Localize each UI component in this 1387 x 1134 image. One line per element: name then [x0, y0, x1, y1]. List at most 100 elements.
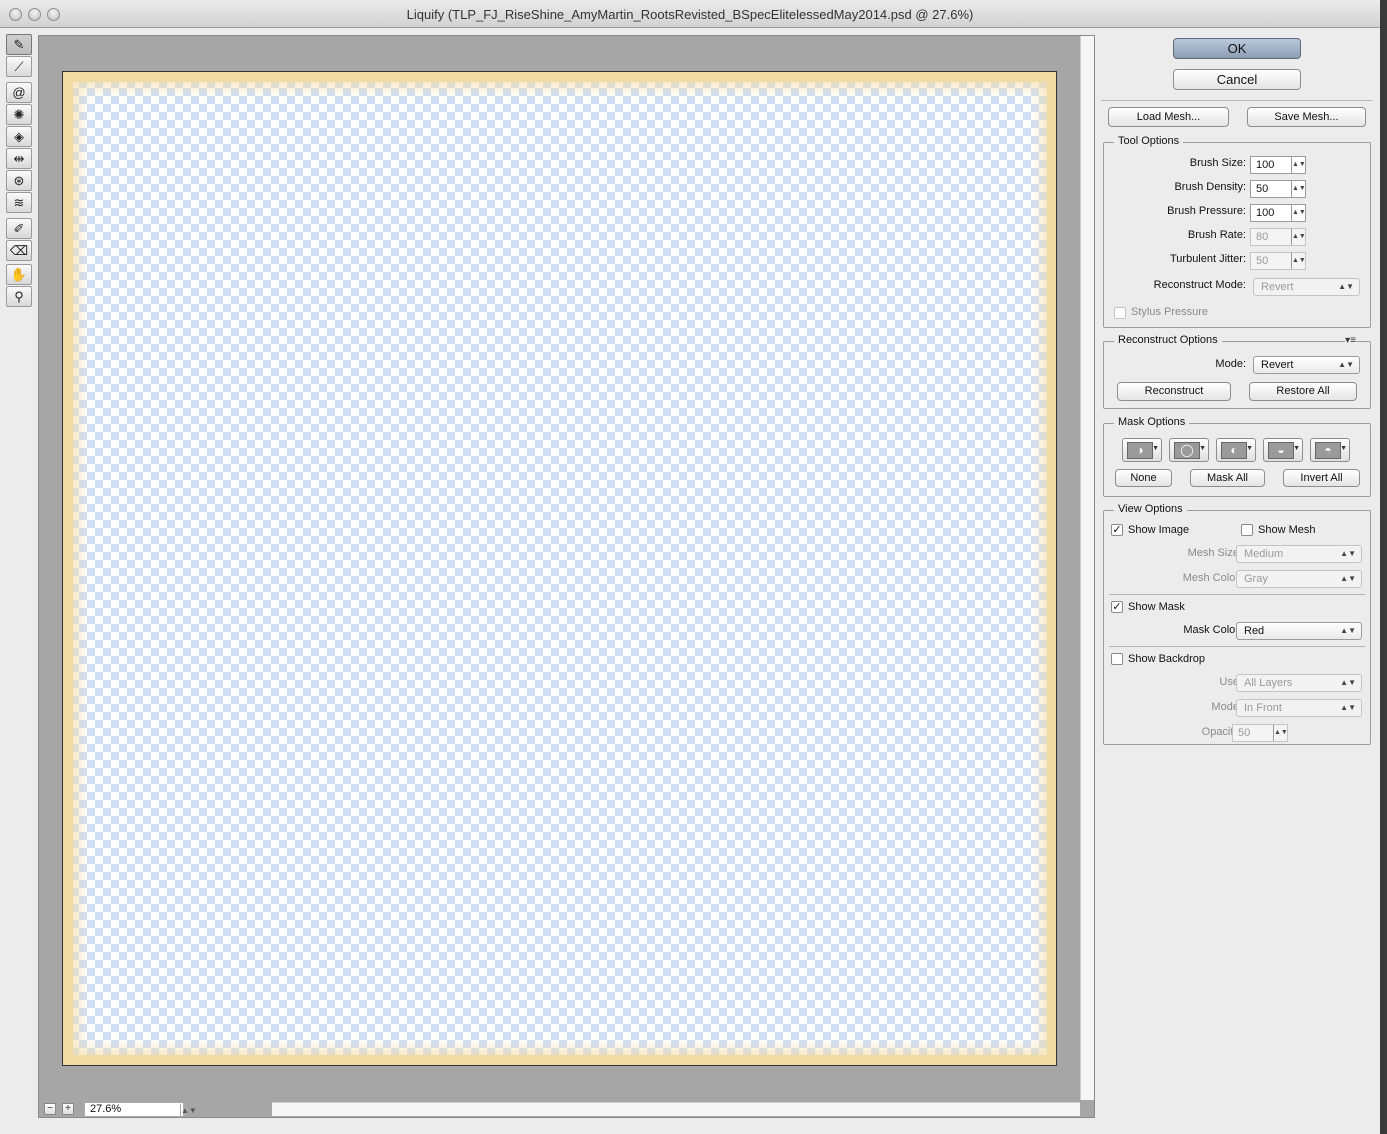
mask-color-value: Red: [1244, 625, 1265, 637]
backdrop-use-select: All Layers ▲▼: [1236, 674, 1362, 692]
zoom-icon: ⚲: [14, 289, 24, 304]
show-backdrop-label: Show Backdrop: [1128, 653, 1206, 665]
backdrop-opacity-value: 50: [1238, 727, 1251, 739]
brush-pressure-label: Brush Pressure:: [1167, 205, 1246, 217]
mask-none-button[interactable]: None: [1115, 469, 1172, 487]
mesh-size-select: Medium ▲▼: [1236, 545, 1362, 563]
brush-rate-label: Brush Rate:: [1187, 229, 1246, 241]
view-options-group: View Options ✓ Show Image Show Mesh Mesh…: [1103, 503, 1371, 745]
show-image-checkbox[interactable]: ✓: [1111, 524, 1123, 536]
tool-options-legend: Tool Options: [1114, 135, 1184, 147]
bloat-tool[interactable]: ◈: [6, 126, 32, 147]
select-arrow-icon: ▲▼: [1340, 678, 1356, 687]
mirror-tool[interactable]: ⊛: [6, 170, 32, 191]
brush-size-value: 100: [1256, 159, 1275, 171]
zoom-level-value: 27.6%: [90, 1103, 122, 1115]
stepper-icon[interactable]: ▲▼: [1291, 157, 1306, 173]
vertical-scrollbar[interactable]: [1080, 36, 1094, 1100]
dropdown-arrow-icon: ▼: [1152, 445, 1159, 452]
stepper-icon: ▲▼: [1273, 725, 1288, 741]
dropdown-arrow-icon: ▼: [1246, 445, 1253, 452]
panel-menu-icon[interactable]: ▾≡: [1345, 335, 1356, 346]
brush-size-field[interactable]: 100 ▲▼: [1250, 156, 1306, 174]
reconstruct-button[interactable]: Reconstruct: [1117, 382, 1231, 401]
horizontal-scrollbar[interactable]: [272, 1102, 1080, 1116]
reconstruct-options-mode-select[interactable]: Revert ▲▼: [1253, 356, 1360, 374]
brush-pressure-value: 100: [1256, 207, 1275, 219]
zoom-level-field[interactable]: 27.6% ▲▼: [84, 1102, 197, 1118]
mask-invert-button[interactable]: ◓ ▼: [1310, 438, 1350, 462]
reconstruct-mode-label: Reconstruct Mode:: [1153, 279, 1246, 291]
brush-density-value: 50: [1256, 183, 1269, 195]
show-mask-label: Show Mask: [1128, 601, 1185, 613]
mask-all-button[interactable]: Mask All: [1190, 469, 1265, 487]
select-arrow-icon: ▲▼: [1340, 703, 1356, 712]
mask-mode-buttons: ◑ ▼ ◯ ▼ ◐ ▼ ◒ ▼ ◓ ▼: [1122, 438, 1362, 462]
reconstruct-mode-value: Revert: [1261, 281, 1294, 293]
invert-all-button[interactable]: Invert All: [1283, 469, 1360, 487]
turbulence-tool[interactable]: ≋: [6, 192, 32, 213]
mask-options-legend: Mask Options: [1114, 416, 1190, 428]
forward-warp-tool[interactable]: ✎: [6, 34, 32, 55]
thaw-mask-tool[interactable]: ⌫: [6, 240, 32, 261]
pucker-tool[interactable]: ✺: [6, 104, 32, 125]
freeze-mask-icon: ✐: [13, 221, 25, 236]
mask-intersect-button[interactable]: ◒ ▼: [1263, 438, 1303, 462]
mask-replace-button[interactable]: ◑ ▼: [1122, 438, 1162, 462]
turbulent-jitter-value: 50: [1256, 255, 1269, 267]
reconstruct-tool[interactable]: ⟋: [6, 56, 32, 77]
brush-pressure-field[interactable]: 100 ▲▼: [1250, 204, 1306, 222]
turbulent-jitter-label: Turbulent Jitter:: [1169, 253, 1246, 265]
reconstruct-options-mode-value: Revert: [1261, 359, 1294, 371]
twirl-tool[interactable]: @: [6, 82, 32, 103]
ok-button[interactable]: OK: [1173, 38, 1301, 59]
stepper-icon[interactable]: ▲▼: [1291, 205, 1306, 221]
mask-subtract-button[interactable]: ◐ ▼: [1216, 438, 1256, 462]
save-mesh-button[interactable]: Save Mesh...: [1247, 107, 1366, 127]
show-mask-checkbox[interactable]: ✓: [1111, 601, 1123, 613]
zoom-in-button[interactable]: +: [62, 1103, 74, 1115]
image-canvas[interactable]: [62, 71, 1057, 1066]
reconstruct-options-group: Reconstruct Options ▾≡ Mode: Revert ▲▼ Re…: [1103, 334, 1371, 409]
mesh-color-label: Mesh Color:: [1182, 572, 1242, 584]
title-bar: Liquify (TLP_FJ_RiseShine_AmyMartin_Root…: [0, 0, 1380, 28]
mirror-icon: ⊛: [13, 173, 25, 188]
mask-color-select[interactable]: Red ▲▼: [1236, 622, 1362, 640]
cancel-button[interactable]: Cancel: [1173, 69, 1301, 90]
mesh-color-value: Gray: [1244, 573, 1268, 585]
tool-options-group: Tool Options Brush Size: 100 ▲▼ Brush Den…: [1103, 135, 1371, 328]
freeze-mask-tool[interactable]: ✐: [6, 218, 32, 239]
push-left-tool[interactable]: ⇹: [6, 148, 32, 169]
show-backdrop-checkbox[interactable]: [1111, 653, 1123, 665]
reconstruct-mode-select: Revert ▲▼: [1253, 278, 1360, 296]
mesh-size-label: Mesh Size:: [1187, 547, 1242, 559]
reconstruct-mode-label: Mode:: [1215, 358, 1246, 370]
hand-tool[interactable]: ✋: [6, 264, 32, 285]
mask-add-button[interactable]: ◯ ▼: [1169, 438, 1209, 462]
bloat-icon: ◈: [14, 129, 24, 144]
zoom-tool[interactable]: ⚲: [6, 286, 32, 307]
divider: [1109, 594, 1365, 595]
subtract-from-selection-icon: ◐: [1221, 442, 1247, 459]
select-arrow-icon: ▲▼: [1338, 282, 1354, 291]
stepper-icon[interactable]: ▲▼: [1291, 181, 1306, 197]
dropdown-arrow-icon: ▼: [1199, 445, 1206, 452]
brush-density-field[interactable]: 50 ▲▼: [1250, 180, 1306, 198]
push-left-icon: ⇹: [13, 151, 25, 166]
turbulent-jitter-field: 50 ▲▼: [1250, 252, 1306, 270]
zoom-out-button[interactable]: −: [44, 1103, 56, 1115]
brush-rate-field: 80 ▲▼: [1250, 228, 1306, 246]
backdrop-mode-select: In Front ▲▼: [1236, 699, 1362, 717]
show-mesh-checkbox[interactable]: [1241, 524, 1253, 536]
reconstruct-options-legend: Reconstruct Options: [1114, 334, 1222, 346]
hand-icon: ✋: [10, 267, 28, 282]
load-mesh-button[interactable]: Load Mesh...: [1108, 107, 1229, 127]
twirl-icon: @: [12, 85, 26, 100]
zoom-stepper-icon[interactable]: ▲▼: [180, 1104, 197, 1118]
window-title: Liquify (TLP_FJ_RiseShine_AmyMartin_Root…: [406, 7, 974, 22]
frame-border-artwork: [63, 72, 1056, 1065]
reconstruct-icon: ⟋: [14, 59, 24, 74]
stepper-icon: ▲▼: [1291, 253, 1306, 269]
show-image-label: Show Image: [1128, 524, 1190, 536]
restore-all-button[interactable]: Restore All: [1249, 382, 1357, 401]
